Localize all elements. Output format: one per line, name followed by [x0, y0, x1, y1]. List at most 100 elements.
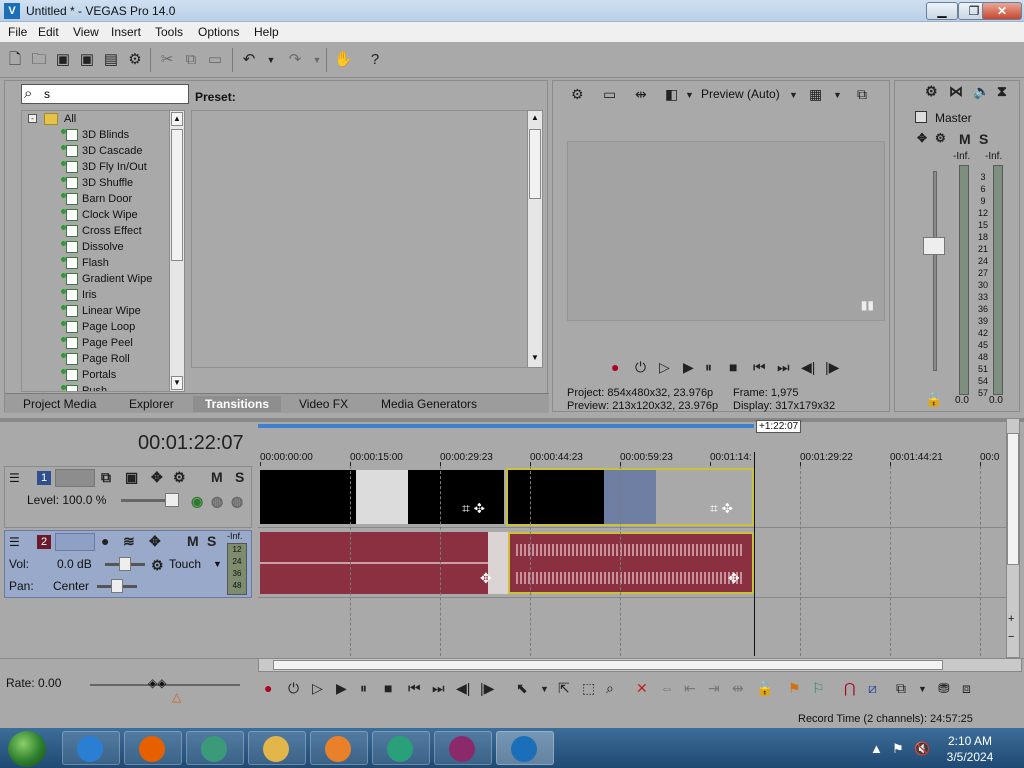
trim-start-icon[interactable]: ⇤	[684, 680, 696, 697]
new-file-icon[interactable]: 🗋	[6, 51, 24, 69]
downmix-icon[interactable]: ⋈	[949, 83, 963, 100]
timeline-vertical-scrollbar[interactable]: + −	[1006, 418, 1020, 658]
go-to-end-icon[interactable]: ⏭	[432, 680, 445, 697]
tree-item[interactable]: 3D Blinds	[22, 127, 172, 143]
tree-item[interactable]: Push	[22, 383, 172, 391]
playhead-cursor[interactable]	[754, 452, 755, 656]
composite-mode-icon[interactable]: ◉	[191, 493, 203, 510]
compositing-icon[interactable]: ✥	[151, 469, 163, 486]
bus-fx-icon[interactable]: ✥	[917, 131, 927, 145]
scroll-down-arrow-icon[interactable]: ▼	[529, 352, 541, 366]
pan-crop-icon[interactable]: ⌗ ✥	[462, 500, 485, 517]
play-icon[interactable]: ▶	[683, 359, 694, 376]
start-button-icon[interactable]	[8, 731, 46, 767]
play-from-start-icon[interactable]: ▷	[312, 680, 323, 697]
parent-mode-icon[interactable]: ◍	[211, 493, 223, 510]
scroll-thumb[interactable]	[273, 660, 943, 670]
tree-root-all[interactable]: - All	[22, 111, 172, 127]
marker-icon[interactable]: ⚑	[788, 680, 801, 697]
chevron-down-icon[interactable]: ▼	[789, 90, 798, 100]
tab-video-fx[interactable]: Video FX	[293, 396, 354, 412]
rate-slider-handle[interactable]: ◈◈	[148, 676, 166, 690]
help-icon[interactable]: ?	[366, 51, 384, 69]
audio-fx-icon[interactable]: ✥	[480, 570, 492, 587]
external-monitor-icon[interactable]: ▭	[603, 86, 616, 103]
tree-item[interactable]: Iris	[22, 287, 172, 303]
volume-muted-icon[interactable]: 🔇	[914, 741, 930, 757]
speaker-icon[interactable]: 🔈	[973, 83, 990, 100]
track1-mute-button[interactable]: M	[211, 469, 223, 485]
show-hidden-icons-icon[interactable]: ▲	[870, 741, 883, 756]
paste-icon[interactable]: ▭	[206, 51, 224, 69]
go-to-start-icon[interactable]: ⏮	[408, 680, 421, 697]
child-mode-icon[interactable]: ◍	[231, 493, 243, 510]
vol-slider-knob[interactable]	[119, 557, 131, 571]
track-motion-icon[interactable]: ⧉	[101, 469, 111, 486]
chevron-down-icon[interactable]: ▼	[685, 90, 694, 100]
close-button[interactable]: ✕	[982, 2, 1022, 20]
trim-end-icon[interactable]: ⇥	[708, 680, 720, 697]
scroll-up-arrow-icon[interactable]: ▲	[171, 112, 183, 126]
bus-gear-icon[interactable]: ⚙	[935, 131, 946, 145]
preview-settings-gear-icon[interactable]: ⚙	[571, 86, 584, 103]
tab-explorer[interactable]: Explorer	[123, 396, 180, 412]
tab-transitions[interactable]: Transitions	[193, 396, 281, 412]
tree-item[interactable]: 3D Cascade	[22, 143, 172, 159]
normal-edit-tool-icon[interactable]: ⬉	[516, 680, 528, 697]
tree-item[interactable]: Page Peel	[22, 335, 172, 351]
timeline-horizontal-scrollbar[interactable]	[258, 658, 1022, 672]
minimize-button[interactable]: ▁	[926, 2, 958, 20]
audio-track-header[interactable]: ☰ 2 ● ≋ ✥ M S Vol: 0.0 dB ⚙ Touch ▼ Pan:…	[4, 530, 252, 598]
master-bus-icon[interactable]	[915, 111, 927, 123]
region-icon[interactable]: ⚐	[812, 680, 825, 697]
preview-quality-select[interactable]: Preview (Auto)	[701, 87, 780, 101]
tree-item[interactable]: 3D Shuffle	[22, 175, 172, 191]
file-explorer-icon[interactable]	[248, 731, 306, 765]
loop-icon[interactable]: ⏻	[635, 359, 646, 376]
video-track-header[interactable]: ☰ 1 ⧉ ▣ ✥ ⚙ M S Level: 100.0 % ◉ ◍ ◍	[4, 466, 252, 528]
go-to-end-icon[interactable]: ⏭	[777, 359, 790, 376]
delete-icon[interactable]: ✕	[636, 680, 648, 697]
zoom-tool-icon[interactable]: ⌕	[606, 680, 614, 697]
level-slider-knob[interactable]	[165, 493, 179, 507]
previous-frame-icon[interactable]: ◀|	[801, 359, 815, 376]
automation-gear-icon[interactable]: ⚙	[151, 557, 164, 574]
split-icon[interactable]: ⇹	[732, 680, 744, 697]
scroll-thumb[interactable]	[1007, 433, 1019, 565]
record-icon[interactable]: ●	[611, 359, 619, 375]
track1-solo-button[interactable]: S	[235, 469, 244, 485]
volume-fader-track[interactable]	[933, 171, 937, 371]
chevron-down-icon[interactable]: ▼	[918, 684, 927, 694]
record-icon[interactable]: ●	[264, 680, 272, 696]
open-folder-icon[interactable]: 🗀	[30, 51, 48, 69]
tree-item[interactable]: Page Loop	[22, 319, 172, 335]
menu-edit[interactable]: Edit	[38, 25, 59, 39]
overlays-grid-icon[interactable]: ▦	[809, 86, 822, 103]
tab-media-generators[interactable]: Media Generators	[375, 396, 483, 412]
save-icon[interactable]: ▣	[54, 51, 72, 69]
auto-crossfade-icon[interactable]: ⧄	[868, 680, 877, 697]
mixer-gear-icon[interactable]: ⚙	[925, 83, 938, 100]
selection-tool-icon[interactable]: ⬚	[582, 680, 595, 697]
next-frame-icon[interactable]: |▶	[825, 359, 839, 376]
pan-crop-icon[interactable]: ⌗ ✥	[710, 500, 733, 517]
video-clip[interactable]	[356, 470, 408, 524]
preview-fx-icon[interactable]: ◧	[665, 86, 678, 103]
tree-item[interactable]: Clock Wipe	[22, 207, 172, 223]
auto-ripple-icon[interactable]: ⧉	[896, 680, 906, 697]
properties-gear-icon[interactable]: ⚙	[126, 51, 144, 69]
play-from-start-icon[interactable]: ▷	[659, 359, 670, 376]
tree-item[interactable]: Dissolve	[22, 239, 172, 255]
taskbar-clock[interactable]: 2:10 AM 3/5/2024	[940, 733, 1000, 765]
search-icon[interactable]: ⌕	[24, 85, 32, 102]
tree-item[interactable]: Barn Door	[22, 191, 172, 207]
chevron-down-icon[interactable]: ▼	[833, 90, 842, 100]
automation-mode[interactable]: Touch	[169, 557, 201, 571]
tree-item[interactable]: Flash	[22, 255, 172, 271]
tree-item[interactable]: 3D Fly In/Out	[22, 159, 172, 175]
timeline-tracks[interactable]: ⌗ ✥ ⌗ ✥ ✥ ✥	[258, 466, 1006, 656]
menu-help[interactable]: Help	[254, 25, 279, 39]
audio-clip[interactable]	[260, 532, 490, 594]
video-clip[interactable]	[508, 470, 604, 524]
scroll-thumb[interactable]	[529, 129, 541, 199]
